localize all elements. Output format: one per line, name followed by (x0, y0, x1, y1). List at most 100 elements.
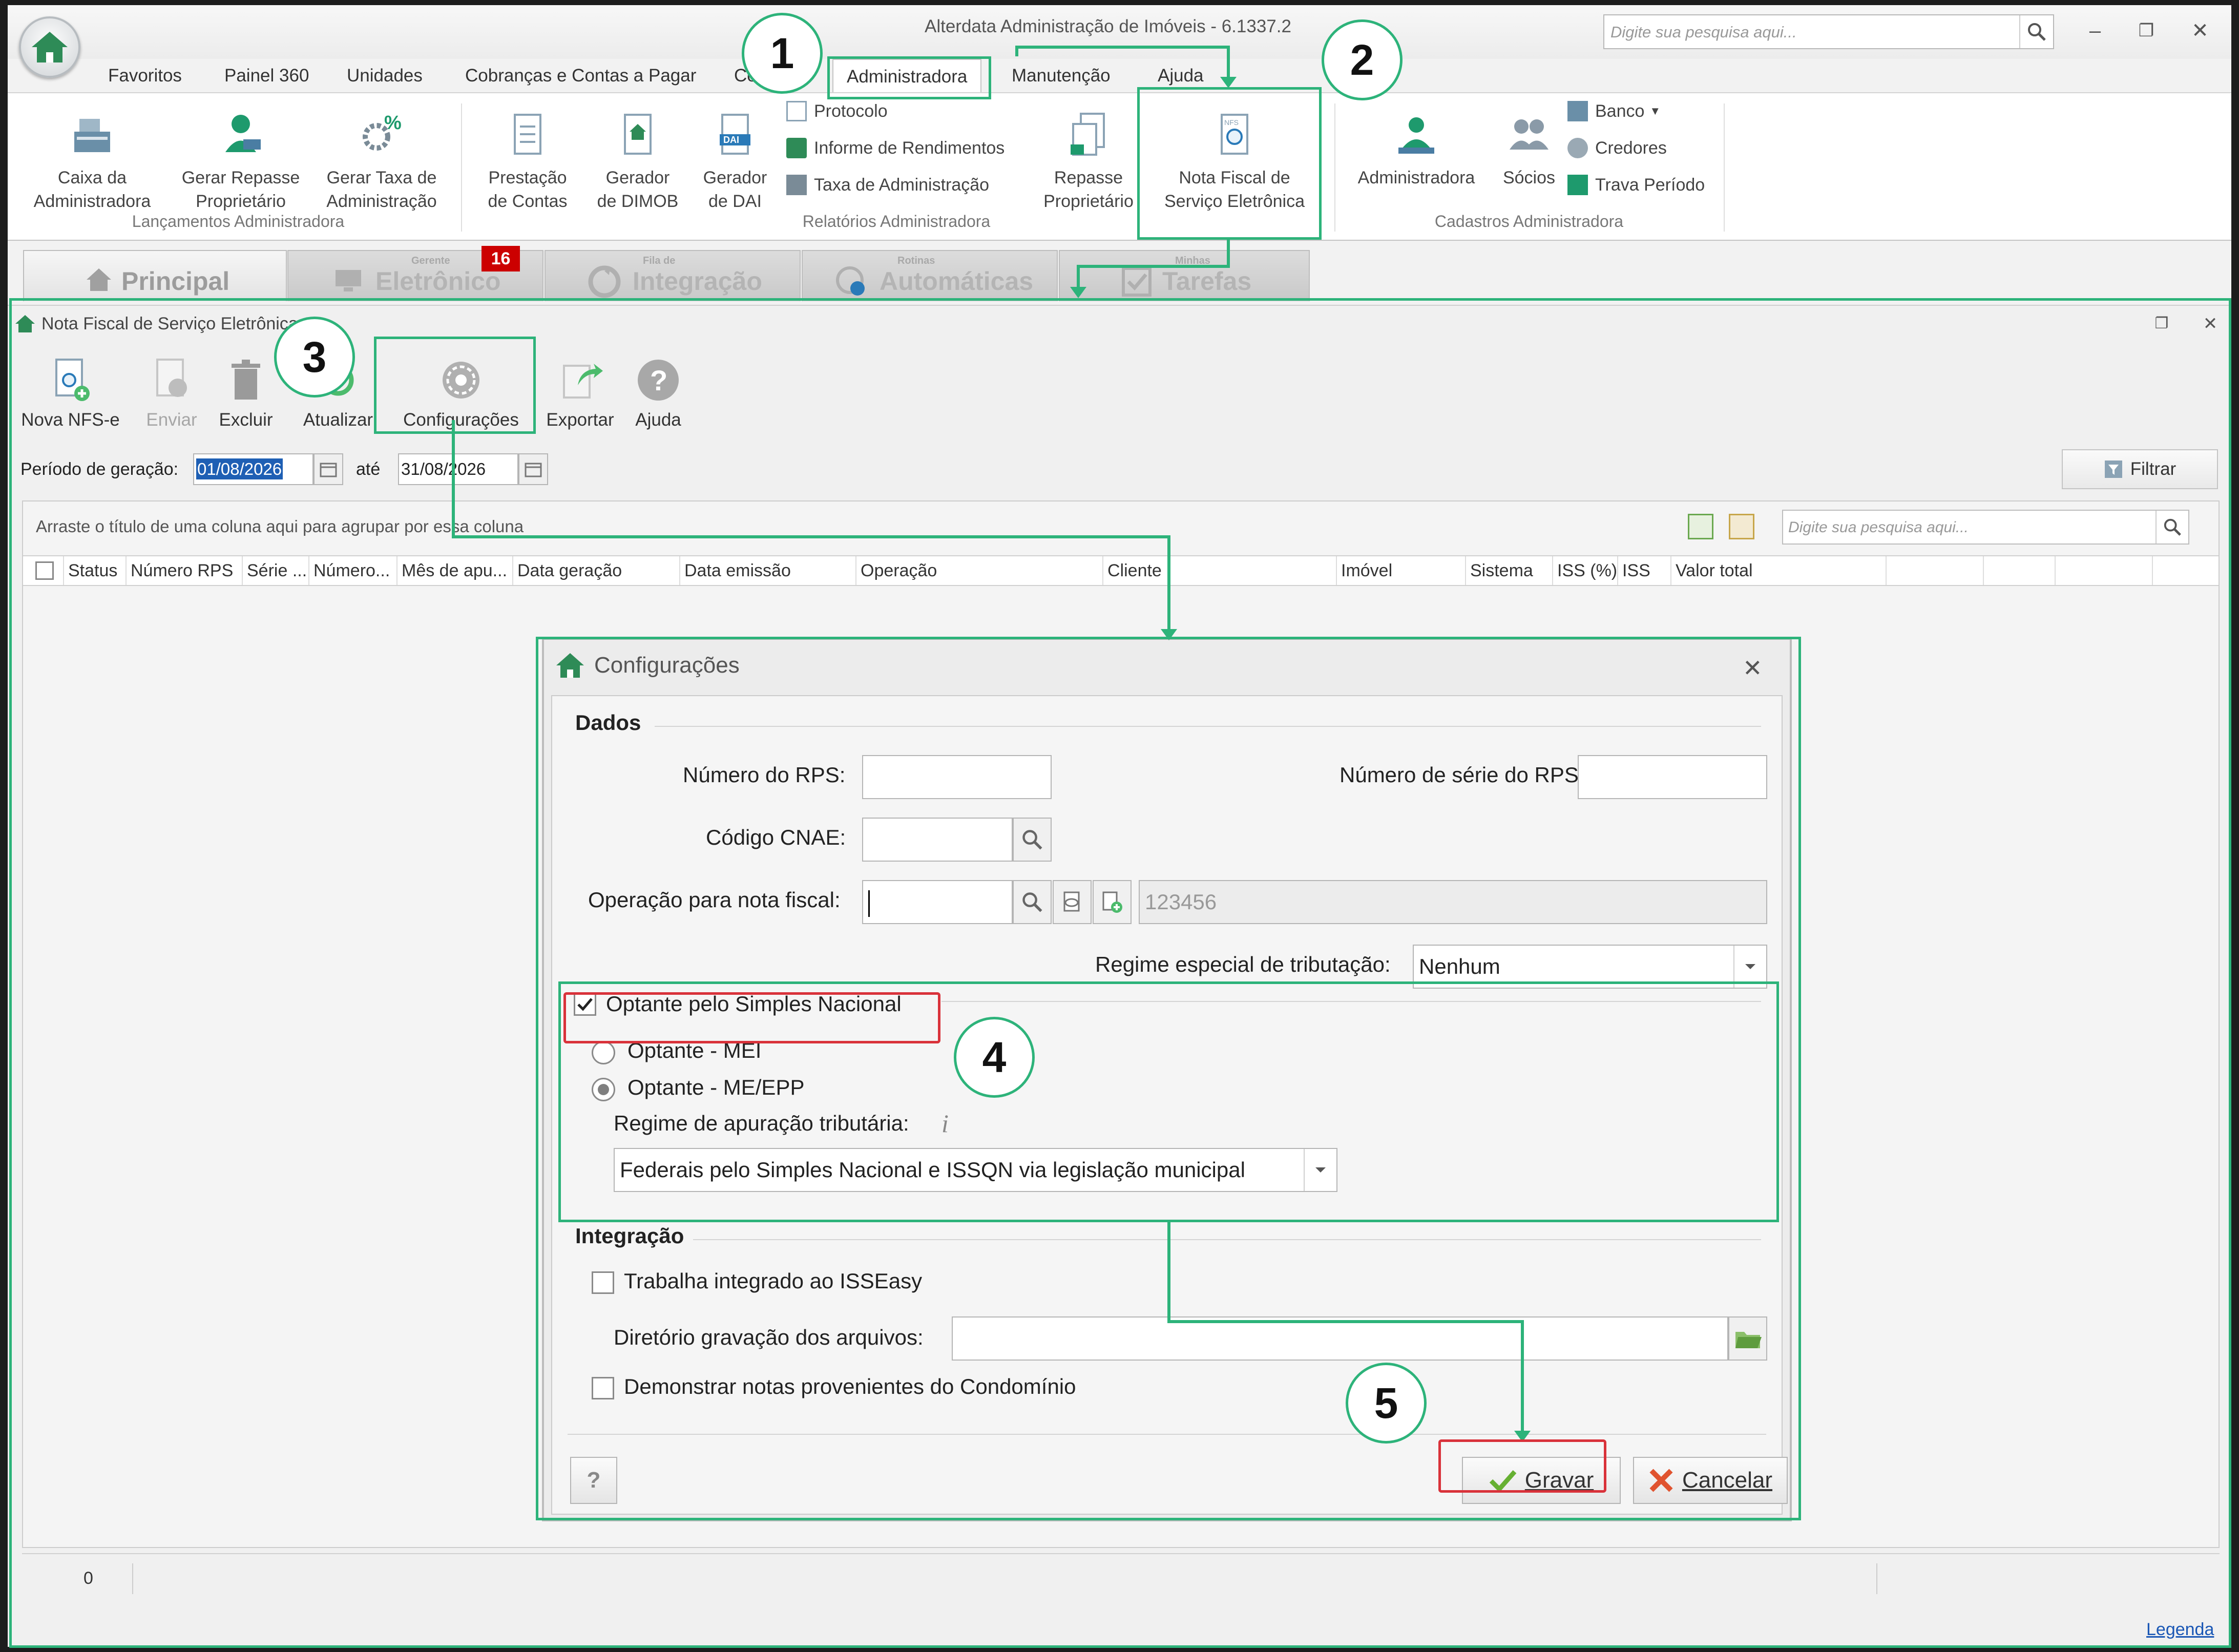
help-button[interactable]: ? (570, 1457, 617, 1504)
menu-ajuda[interactable]: Ajuda (1158, 59, 1204, 92)
optante-meepp-label[interactable]: Optante - ME/EPP (627, 1075, 804, 1100)
operacao-add-button[interactable] (1093, 880, 1132, 924)
trava-periodo-button[interactable]: Trava Período (1567, 175, 1705, 195)
legenda-link[interactable]: Legenda (2146, 1620, 2214, 1640)
informe-rendimentos-button[interactable]: Informe de Rendimentos (786, 138, 1005, 158)
search-icon[interactable] (2019, 15, 2053, 48)
calendar-icon[interactable] (518, 453, 548, 485)
isseasy-checkbox[interactable] (592, 1271, 614, 1294)
optante-mei-radio[interactable] (592, 1041, 615, 1064)
atualizar-button[interactable]: Atualizar (295, 354, 382, 430)
regime-apuracao-select[interactable]: Federais pelo Simples Nacional e ISSQN v… (614, 1148, 1337, 1192)
optante-simples-label[interactable]: Optante pelo Simples Nacional (606, 992, 902, 1016)
column-header[interactable]: ISS (1618, 556, 1671, 585)
repasse-proprietario-button[interactable]: Repasse Proprietário (1027, 109, 1150, 213)
caixa-administradora-button[interactable]: Caixa da Administradora (28, 109, 156, 213)
tab-rotinas-automaticas[interactable]: Rotinas Automáticas (802, 250, 1058, 301)
select-all-checkbox[interactable] (35, 561, 54, 580)
operacao-view-button[interactable] (1053, 880, 1092, 924)
cnae-search-button[interactable] (1013, 818, 1052, 862)
column-header-empty[interactable] (1887, 556, 1984, 585)
diretorio-input[interactable] (952, 1316, 1728, 1361)
chevron-down-icon[interactable] (1733, 946, 1766, 988)
column-header[interactable]: Status (64, 556, 127, 585)
column-header[interactable]: ISS (%) (1553, 556, 1618, 585)
grid-search-input[interactable]: Digite sua pesquisa aqui... (1782, 510, 2189, 545)
nota-fiscal-servico-button[interactable]: NFS Nota Fiscal de Serviço Eletrônica (1153, 109, 1316, 213)
column-chooser-icon[interactable] (1688, 514, 1713, 539)
column-header[interactable]: Data geração (513, 556, 680, 585)
column-header[interactable]: Sistema (1466, 556, 1553, 585)
grid-options-icon[interactable] (1729, 514, 1754, 539)
isseasy-label[interactable]: Trabalha integrado ao ISSEasy (624, 1269, 922, 1293)
prestacao-contas-button[interactable]: Prestação de Contas (479, 109, 576, 213)
optante-meepp-radio[interactable] (592, 1078, 615, 1101)
administradora-button[interactable]: Administradora (1347, 109, 1485, 190)
menu-favoritos[interactable]: Favoritos (108, 59, 182, 92)
gerar-taxa-button[interactable]: % Gerar Taxa de Administração (318, 109, 446, 213)
window-close-icon[interactable]: ✕ (2187, 308, 2231, 339)
configuracoes-button[interactable]: Configurações (389, 354, 533, 430)
credores-button[interactable]: Credores (1567, 138, 1667, 158)
banco-button[interactable]: Banco ▼ (1567, 101, 1661, 121)
gerador-dai-button[interactable]: DAI Gerador de DAI (692, 109, 779, 213)
cancelar-button[interactable]: Cancelar (1633, 1457, 1788, 1504)
column-header[interactable]: Operação (856, 556, 1103, 585)
dialog-close-icon[interactable]: ✕ (1743, 654, 1763, 682)
column-header[interactable]: Série ... (243, 556, 309, 585)
tab-minhas-tarefas[interactable]: Minhas Tarefas (1059, 250, 1310, 301)
numero-rps-input[interactable] (862, 755, 1052, 799)
codigo-cnae-input[interactable] (862, 818, 1013, 862)
gerar-repasse-button[interactable]: Gerar Repasse Proprietário (177, 109, 305, 213)
menu-manutencao[interactable]: Manutenção (1012, 59, 1111, 92)
operacao-input[interactable] (862, 880, 1013, 924)
tab-fila-integracao[interactable]: Fila de Integração (545, 250, 801, 301)
column-header[interactable]: Cliente (1103, 556, 1337, 585)
chevron-down-icon[interactable] (1304, 1149, 1336, 1191)
numero-serie-rps-input[interactable] (1578, 755, 1767, 799)
protocolo-button[interactable]: Protocolo (786, 101, 888, 121)
enviar-button[interactable]: Enviar (138, 354, 205, 430)
menu-unidades[interactable]: Unidades (347, 59, 423, 92)
filtrar-button[interactable]: Filtrar (2062, 449, 2218, 489)
info-icon[interactable]: i (941, 1109, 949, 1138)
minimize-icon[interactable]: – (2072, 15, 2118, 46)
demonstrar-label[interactable]: Demonstrar notas provenientes do Condomí… (624, 1374, 1076, 1399)
menu-administradora[interactable]: Administradora (832, 59, 982, 92)
demonstrar-checkbox[interactable] (592, 1377, 614, 1399)
home-logo-icon[interactable] (19, 16, 80, 78)
excluir-button[interactable]: Excluir (213, 354, 279, 430)
column-header-empty[interactable] (2056, 556, 2153, 585)
gravar-button[interactable]: Gravar (1462, 1457, 1621, 1504)
restore-icon[interactable]: ❐ (2123, 15, 2169, 46)
select-all-column[interactable] (23, 556, 64, 585)
window-restore-icon[interactable]: ❐ (2139, 308, 2185, 339)
menu-painel-360[interactable]: Painel 360 (224, 59, 309, 92)
menu-contabil[interactable]: Contábil (734, 59, 800, 92)
nova-nfse-button[interactable]: Nova NFS-e (20, 354, 120, 430)
column-header[interactable]: Imóvel (1337, 556, 1466, 585)
column-header-empty[interactable] (1984, 556, 2056, 585)
optante-simples-checkbox[interactable] (574, 993, 596, 1016)
date-to-input[interactable]: 31/08/2026 (398, 453, 518, 485)
date-from-input[interactable]: 01/08/2026 (193, 453, 313, 485)
operacao-search-button[interactable] (1013, 880, 1052, 924)
column-header[interactable]: Mês de apu... (397, 556, 513, 585)
socios-button[interactable]: Sócios (1491, 109, 1567, 190)
column-header[interactable]: Número RPS (127, 556, 243, 585)
exportar-button[interactable]: Exportar (540, 354, 620, 430)
ajuda-button[interactable]: ? Ajuda (625, 354, 692, 430)
column-header[interactable]: Data emissão (680, 556, 856, 585)
optante-mei-label[interactable]: Optante - MEI (627, 1038, 761, 1063)
column-header[interactable]: Número... (309, 556, 397, 585)
column-header[interactable]: Valor total (1671, 556, 1887, 585)
taxa-administracao-button[interactable]: Taxa de Administração (786, 175, 989, 195)
browse-folder-button[interactable] (1728, 1316, 1767, 1361)
regime-especial-select[interactable]: Nenhum (1413, 945, 1767, 989)
calendar-icon[interactable] (313, 453, 343, 485)
close-icon[interactable]: ✕ (2177, 15, 2223, 46)
global-search-input[interactable]: Digite sua pesquisa aqui... (1603, 14, 2054, 49)
gerador-dimob-button[interactable]: Gerador de DIMOB (589, 109, 686, 213)
menu-cobrancas[interactable]: Cobranças e Contas a Pagar (465, 59, 696, 92)
search-icon[interactable] (2156, 511, 2188, 543)
